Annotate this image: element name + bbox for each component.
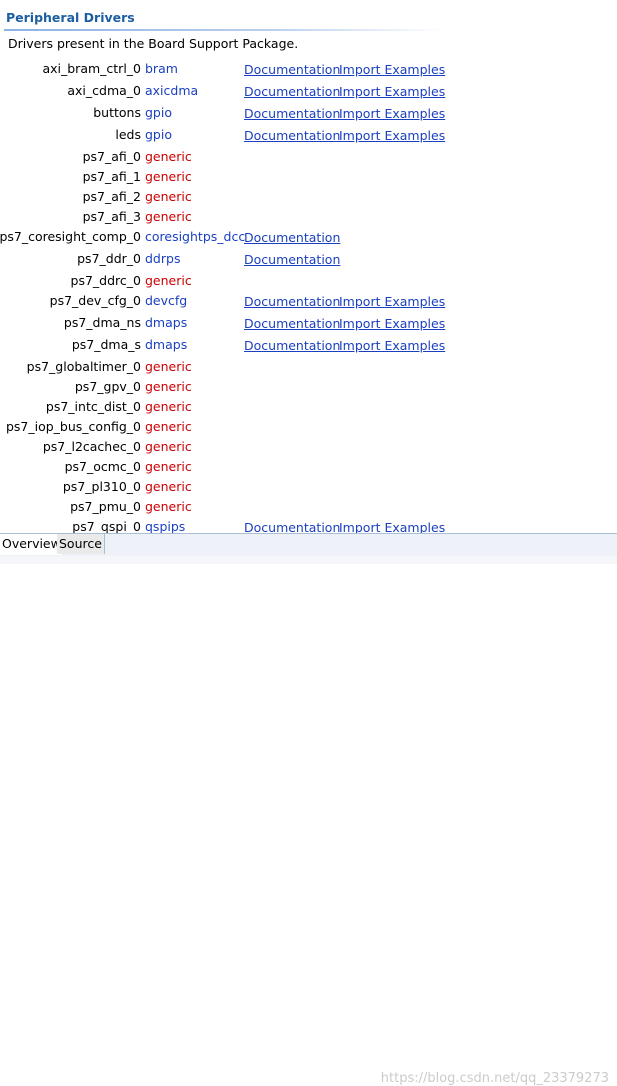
peripheral-name: ps7_ddr_0 [77, 251, 141, 266]
peripheral-name: ps7_pmu_0 [70, 499, 141, 514]
import-examples-link[interactable]: Import Examples [339, 338, 445, 353]
driver-name: generic [145, 499, 192, 514]
driver-name: generic [145, 209, 192, 224]
peripheral-name: leds [115, 127, 141, 142]
driver-name: generic [145, 359, 192, 374]
documentation-link[interactable]: Documentation [244, 338, 340, 353]
tab-bar: Overview Source https://blog.csdn.net/qq… [0, 533, 617, 1086]
driver-name: ddrps [145, 251, 181, 266]
driver-row: ps7_l2cachec_0 generic [0, 437, 617, 457]
import-examples-link[interactable]: Import Examples [339, 106, 445, 121]
driver-name: generic [145, 459, 192, 474]
driver-row: ps7_globaltimer_0 generic [0, 357, 617, 377]
driver-row: ps7_afi_2 generic [0, 187, 617, 207]
peripheral-name: axi_cdma_0 [67, 83, 141, 98]
driver-name: generic [145, 439, 192, 454]
documentation-link[interactable]: Documentation [244, 316, 340, 331]
driver-row: axi_cdma_0 axicdma Documentation Import Exa… [0, 81, 617, 103]
driver-row: buttons gpio Documentation Import Examples [0, 103, 617, 125]
peripheral-name: ps7_iop_bus_config_0 [5, 419, 141, 434]
driver-row: ps7_gpv_0 generic [0, 377, 617, 397]
peripheral-name: ps7_pl310_0 [62, 479, 141, 494]
driver-row: ps7_afi_1 generic [0, 167, 617, 187]
peripheral-name: buttons [93, 105, 141, 120]
peripheral-name: ps7_globaltimer_0 [26, 359, 141, 374]
import-examples-link[interactable]: Import Examples [339, 316, 445, 331]
driver-name: bram [145, 61, 178, 76]
peripheral-name: axi_bram_ctrl_0 [42, 61, 141, 76]
driver-name: coresightps_dcc [145, 229, 246, 244]
driver-row: axi_bram_ctrl_0 bram Documentation Import E… [0, 59, 617, 81]
peripheral-name: ps7_afi_3 [82, 209, 141, 224]
bottom-strip [0, 556, 617, 564]
driver-list: axi_bram_ctrl_0 bram Documentation Import E… [0, 59, 617, 539]
peripheral-name: ps7_gpv_0 [74, 379, 141, 394]
peripheral-name: ps7_dma_s [71, 337, 141, 352]
driver-name: dmaps [145, 337, 188, 352]
peripheral-name: ps7_coresight_comp_0 [0, 229, 141, 244]
peripheral-name: ps7_intc_dist_0 [45, 399, 141, 414]
driver-name: generic [145, 399, 192, 414]
driver-row: ps7_coresight_comp_0 coresightps_dcc Docum… [0, 227, 617, 249]
peripheral-name: ps7_dev_cfg_0 [49, 293, 141, 308]
peripheral-name: ps7_afi_2 [82, 189, 141, 204]
peripheral-name: ps7_l2cachec_0 [42, 439, 141, 454]
peripheral-name: ps7_qspi_0 [72, 519, 141, 534]
section-title: Peripheral Drivers [6, 10, 135, 25]
driver-row: ps7_pmu_0 generic [0, 497, 617, 517]
driver-row: ps7_afi_3 generic [0, 207, 617, 227]
import-examples-link[interactable]: Import Examples [339, 84, 445, 99]
driver-name: devcfg [145, 293, 188, 308]
peripheral-name: ps7_afi_0 [82, 149, 141, 164]
driver-name: generic [145, 189, 192, 204]
documentation-link[interactable]: Documentation [244, 230, 340, 245]
tab-overview[interactable]: Overview [0, 534, 64, 555]
driver-name: generic [145, 149, 192, 164]
driver-name: axicdma [145, 83, 199, 98]
import-examples-link[interactable]: Import Examples [339, 294, 445, 309]
driver-name: gpio [145, 127, 172, 142]
driver-row: ps7_dma_ns dmaps Documentation Import Examp… [0, 313, 617, 335]
title-divider [4, 29, 444, 31]
documentation-link[interactable]: Documentation [244, 62, 340, 77]
driver-name: generic [145, 169, 192, 184]
documentation-link[interactable]: Documentation [244, 106, 340, 121]
driver-row: ps7_pl310_0 generic [0, 477, 617, 497]
import-examples-link[interactable]: Import Examples [339, 128, 445, 143]
driver-row: ps7_intc_dist_0 generic [0, 397, 617, 417]
documentation-link[interactable]: Documentation [244, 84, 340, 99]
watermark: https://blog.csdn.net/qq_23379273 [380, 1071, 609, 1086]
driver-name: dmaps [145, 315, 188, 330]
driver-name: qspips [145, 519, 186, 534]
driver-name: generic [145, 379, 192, 394]
section-description: Drivers present in the Board Support Pac… [8, 36, 299, 51]
driver-row: ps7_afi_0 generic [0, 147, 617, 167]
driver-row: ps7_ddrc_0 generic [0, 271, 617, 291]
driver-name: gpio [145, 105, 172, 120]
documentation-link[interactable]: Documentation [244, 294, 340, 309]
driver-row: ps7_iop_bus_config_0 generic [0, 417, 617, 437]
driver-name: generic [145, 273, 192, 288]
peripheral-name: ps7_ocmc_0 [64, 459, 141, 474]
driver-name: generic [145, 419, 192, 434]
driver-row: ps7_ddr_0 ddrps Documentation [0, 249, 617, 271]
tab-source[interactable]: Source [57, 534, 105, 554]
documentation-link[interactable]: Documentation [244, 252, 340, 267]
documentation-link[interactable]: Documentation [244, 128, 340, 143]
driver-row: ps7_dma_s dmaps Documentation Import Exampl… [0, 335, 617, 357]
peripheral-name: ps7_afi_1 [82, 169, 141, 184]
driver-name: generic [145, 479, 192, 494]
driver-row: leds gpio Documentation Import Examples [0, 125, 617, 147]
driver-row: ps7_dev_cfg_0 devcfg Documentation Import E… [0, 291, 617, 313]
import-examples-link[interactable]: Import Examples [339, 62, 445, 77]
peripheral-name: ps7_ddrc_0 [70, 273, 141, 288]
peripheral-name: ps7_dma_ns [63, 315, 141, 330]
driver-row: ps7_ocmc_0 generic [0, 457, 617, 477]
